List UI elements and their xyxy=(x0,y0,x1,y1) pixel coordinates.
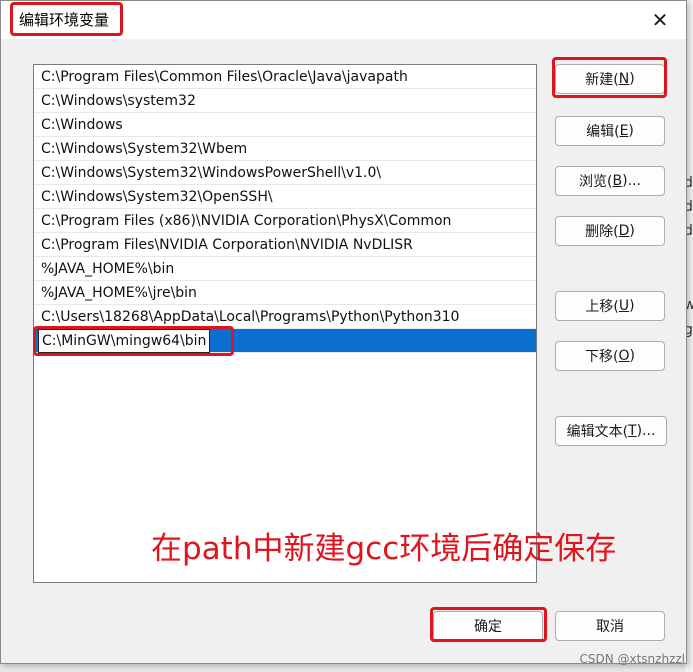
button-label: 确定 xyxy=(474,619,502,635)
path-list[interactable]: C:\Program Files\Common Files\Oracle\Jav… xyxy=(33,64,537,583)
list-item[interactable]: C:\Users\18268\AppData\Local\Programs\Py… xyxy=(34,305,536,329)
access-key: E xyxy=(619,123,629,139)
access-key: O xyxy=(618,348,630,364)
edit-env-var-dialog: 编辑环境变量 ✕ C:\Program Files\Common Files\O… xyxy=(0,0,687,664)
annotation-text: 在path中新建gcc环境后确定保存 xyxy=(151,531,617,567)
path-text: %JAVA_HOME%\bin xyxy=(41,261,175,277)
button-label: 编辑文本( xyxy=(566,424,629,440)
list-item[interactable]: C:\Windows\System32\WindowsPowerShell\v1… xyxy=(34,161,536,185)
close-button[interactable]: ✕ xyxy=(642,5,678,35)
access-key: U xyxy=(618,298,630,314)
list-item[interactable]: %JAVA_HOME%\bin xyxy=(34,257,536,281)
access-key: B xyxy=(612,173,623,189)
button-label: 浏览( xyxy=(579,174,613,190)
list-item[interactable]: C:\Windows\System32\Wbem xyxy=(34,137,536,161)
cancel-button[interactable]: 取消 xyxy=(555,611,665,641)
path-text: C:\Windows xyxy=(41,117,123,133)
button-label-end: ) xyxy=(629,348,635,364)
path-text: C:\Windows\system32 xyxy=(41,93,196,109)
list-item[interactable]: C:\Program Files\NVIDIA Corporation\NVID… xyxy=(34,233,536,257)
access-key: N xyxy=(618,71,630,87)
list-item-selected[interactable]: C:\MinGW\mingw64\bin xyxy=(34,329,536,353)
dialog-title: 编辑环境变量 xyxy=(19,11,110,29)
button-label-end: ) xyxy=(629,298,635,314)
path-text: C:\Users\18268\AppData\Local\Programs\Py… xyxy=(41,309,460,325)
list-item[interactable]: C:\Windows xyxy=(34,113,536,137)
delete-button[interactable]: 删除(D) xyxy=(555,216,665,246)
access-key: D xyxy=(618,223,630,239)
button-label: 取消 xyxy=(596,619,624,635)
move-up-button[interactable]: 上移(U) xyxy=(555,291,665,321)
list-item[interactable]: C:\Windows\System32\OpenSSH\ xyxy=(34,185,536,209)
title-bar: 编辑环境变量 ✕ xyxy=(1,1,686,39)
watermark: CSDN @xtsnzhzzl xyxy=(579,652,685,666)
button-label-end: ) xyxy=(628,123,634,139)
button-label-end: ) xyxy=(629,71,635,87)
close-icon: ✕ xyxy=(651,8,669,32)
button-label-end: )... xyxy=(636,423,656,439)
button-label: 下移( xyxy=(585,349,619,365)
list-item[interactable]: C:\Program Files (x86)\NVIDIA Corporatio… xyxy=(34,209,536,233)
button-label-end: )... xyxy=(622,173,641,189)
button-label: 编辑( xyxy=(586,124,620,140)
path-edit-field[interactable]: C:\MinGW\mingw64\bin xyxy=(38,329,211,353)
path-text: C:\Windows\System32\WindowsPowerShell\v1… xyxy=(41,165,382,181)
browse-button[interactable]: 浏览(B)... xyxy=(555,166,665,196)
path-text: %JAVA_HOME%\jre\bin xyxy=(41,285,197,301)
list-item[interactable]: %JAVA_HOME%\jre\bin xyxy=(34,281,536,305)
path-text: C:\Windows\System32\OpenSSH\ xyxy=(41,189,273,205)
path-text: C:\Windows\System32\Wbem xyxy=(41,141,248,157)
edit-text-button[interactable]: 编辑文本(T)... xyxy=(555,416,667,446)
button-label-end: ) xyxy=(629,223,635,239)
button-label: 删除( xyxy=(585,224,619,240)
button-label: 上移( xyxy=(585,299,619,315)
access-key: T xyxy=(628,423,637,439)
ok-button[interactable]: 确定 xyxy=(433,611,543,641)
path-text: C:\Program Files (x86)\NVIDIA Corporatio… xyxy=(41,213,452,229)
list-item[interactable]: C:\Windows\system32 xyxy=(34,89,536,113)
new-button[interactable]: 新建(N) xyxy=(555,64,665,94)
list-item[interactable]: C:\Program Files\Common Files\Oracle\Jav… xyxy=(34,65,536,89)
path-text: C:\Program Files\Common Files\Oracle\Jav… xyxy=(41,69,408,85)
button-label: 新建( xyxy=(585,72,619,88)
path-text: C:\Program Files\NVIDIA Corporation\NVID… xyxy=(41,237,413,253)
edit-button[interactable]: 编辑(E) xyxy=(555,116,665,146)
move-down-button[interactable]: 下移(O) xyxy=(555,341,665,371)
